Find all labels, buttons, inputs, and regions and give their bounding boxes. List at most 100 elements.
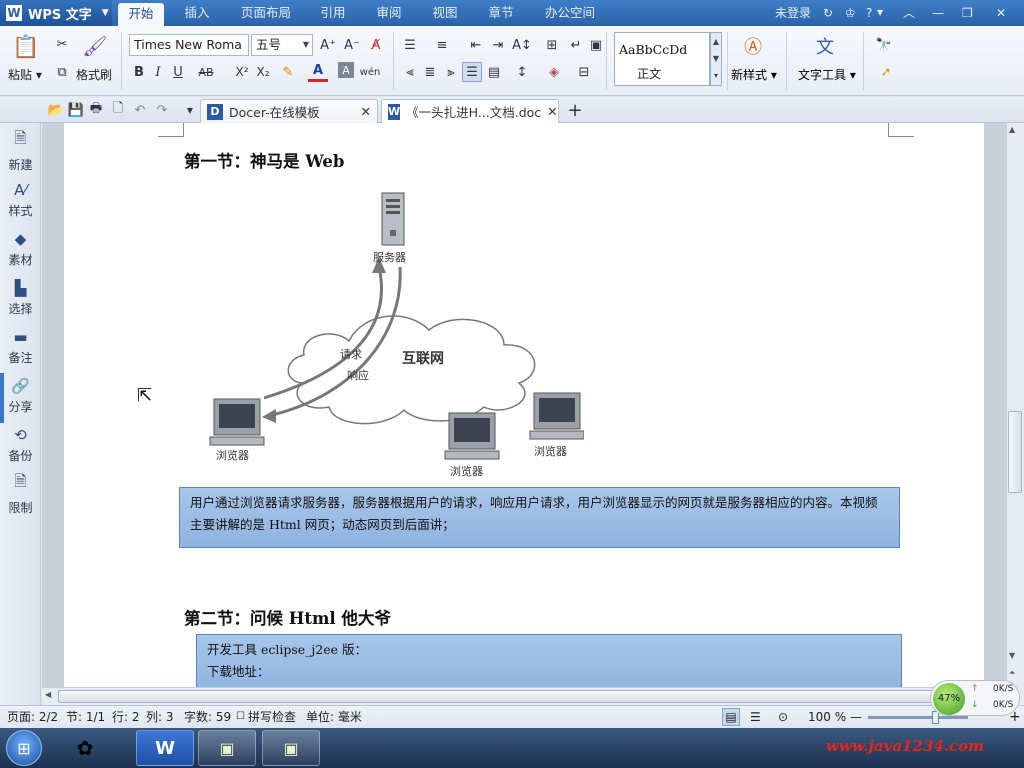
underline-icon[interactable]: U: [168, 62, 188, 82]
align-right-icon[interactable]: ⫸: [441, 62, 461, 82]
quick-access-dropdown-icon[interactable]: ▼: [180, 100, 200, 120]
h-scroll-thumb[interactable]: [58, 690, 988, 703]
tab-current-document[interactable]: W 《一头扎进H...文档.doc ✕: [381, 99, 559, 123]
taskbar-recorder-icon[interactable]: ▣: [262, 730, 320, 766]
style-gallery-scroll[interactable]: ▲ ▼ ▾: [710, 32, 722, 86]
close-tab-icon[interactable]: ✕: [547, 104, 557, 119]
collapse-ribbon-icon[interactable]: ︿: [903, 0, 915, 26]
scroll-thumb[interactable]: [1008, 411, 1022, 493]
text-tools-button[interactable]: 文字工具 ▾: [798, 66, 856, 83]
taskbar-terminal-icon[interactable]: ▣: [198, 730, 256, 766]
web-view-icon[interactable]: ⊙: [778, 706, 788, 728]
border-grid-icon[interactable]: ⊟: [574, 62, 594, 82]
table-icon[interactable]: ⊞: [542, 35, 562, 55]
new-tab-icon[interactable]: +: [565, 100, 585, 121]
zoom-out-icon[interactable]: —: [850, 706, 862, 728]
shading-icon[interactable]: ◈: [544, 62, 564, 82]
format-painter-icon[interactable]: 🖌: [78, 32, 112, 60]
align-left-icon[interactable]: ⫷: [400, 62, 420, 82]
grow-font-icon[interactable]: A⁺: [318, 35, 338, 55]
find-icon[interactable]: 🔭: [874, 35, 894, 55]
login-status[interactable]: 未登录: [775, 0, 811, 26]
italic-icon[interactable]: I: [148, 62, 168, 82]
minimize-icon[interactable]: —: [932, 0, 944, 26]
close-tab-icon[interactable]: ✕: [361, 104, 371, 119]
app-menu-button[interactable]: W WPS 文字 ▼: [0, 0, 112, 26]
font-color-icon[interactable]: A: [308, 62, 328, 82]
tab-insert[interactable]: 插入: [174, 0, 220, 26]
text-direction-icon[interactable]: A↕: [512, 35, 532, 55]
show-marks-icon[interactable]: ↵: [566, 35, 586, 55]
shrink-font-icon[interactable]: A⁻: [342, 35, 362, 55]
page-view-icon[interactable]: ▤: [722, 708, 740, 726]
print-preview-icon[interactable]: 🗋: [108, 100, 128, 120]
sidebar-item-material[interactable]: ◆ 素材: [0, 224, 41, 273]
line-spacing-icon[interactable]: ↕: [512, 62, 532, 82]
taskbar-wps-icon[interactable]: W: [136, 730, 194, 766]
tab-docer-templates[interactable]: D Docer-在线模板 ✕: [200, 99, 378, 123]
status-word-count[interactable]: 字数: 59: [184, 706, 231, 728]
justify-icon[interactable]: ☰: [462, 62, 482, 82]
clear-format-icon[interactable]: A̸: [366, 35, 386, 55]
align-center-icon[interactable]: ≣: [420, 62, 440, 82]
text-tools-icon[interactable]: 文: [810, 32, 840, 60]
copy-icon[interactable]: ⧉: [52, 62, 72, 82]
status-page[interactable]: 页面: 2/2: [7, 706, 58, 728]
cut-icon[interactable]: ✂: [52, 34, 72, 54]
document-page[interactable]: 第一节：神马是 Web 服务器 互联网 请求 响应 浏览器 浏览器 浏览器 用户…: [64, 123, 984, 687]
tab-chapter[interactable]: 章节: [478, 0, 524, 26]
zoom-slider[interactable]: [868, 716, 968, 719]
zoom-level[interactable]: 100 %: [808, 706, 846, 728]
numbered-list-icon[interactable]: ≡: [432, 35, 452, 55]
sidebar-item-share[interactable]: 🔗 分享: [0, 371, 41, 420]
subscript-icon[interactable]: X₂: [253, 62, 273, 82]
tab-references[interactable]: 引用: [310, 0, 356, 26]
sidebar-item-select[interactable]: ▙ 选择: [0, 273, 41, 322]
status-spellcheck[interactable]: 拼写检查: [248, 706, 296, 728]
borders-icon[interactable]: ▣: [586, 35, 606, 55]
redo-icon[interactable]: ↷: [152, 100, 172, 120]
font-size-select[interactable]: 五号 ▼: [251, 34, 313, 56]
bullet-list-icon[interactable]: ☰: [400, 35, 420, 55]
decrease-indent-icon[interactable]: ⇤: [466, 35, 486, 55]
style-gallery[interactable]: AaBbCcDd 正文: [614, 32, 710, 86]
distributed-icon[interactable]: ▤: [484, 62, 504, 82]
print-icon[interactable]: 🖶: [86, 100, 106, 120]
taskbar-app-icon[interactable]: ✿: [62, 730, 108, 766]
new-style-button[interactable]: 新样式 ▾: [731, 66, 777, 83]
help-dropdown-icon[interactable]: ▼: [877, 0, 883, 26]
sidebar-item-backup[interactable]: ⟲ 备份: [0, 420, 41, 469]
font-name-select[interactable]: Times New Roma: [129, 34, 249, 56]
network-speed-widget[interactable]: 47% ↑ 0K/S ↓ 0K/S: [930, 680, 1020, 716]
paste-button[interactable]: 粘贴 ▾: [8, 66, 42, 83]
tab-view[interactable]: 视图: [422, 0, 468, 26]
document-canvas[interactable]: 第一节：神马是 Web 服务器 互联网 请求 响应 浏览器 浏览器 浏览器 用户…: [42, 123, 1006, 687]
tab-review[interactable]: 审阅: [366, 0, 412, 26]
tab-page-layout[interactable]: 页面布局: [234, 0, 298, 26]
pinyin-icon[interactable]: wén: [360, 62, 381, 82]
outline-view-icon[interactable]: ☰: [750, 706, 761, 728]
restore-icon[interactable]: ❐: [962, 0, 973, 26]
format-painter-button[interactable]: 格式刷: [76, 66, 112, 83]
tab-office-space[interactable]: 办公空间: [538, 0, 602, 26]
tab-home[interactable]: 开始: [118, 3, 164, 26]
close-icon[interactable]: ✕: [996, 0, 1006, 26]
spellcheck-checkbox-icon[interactable]: ☐: [236, 706, 245, 728]
start-button-icon[interactable]: ⊞: [6, 730, 42, 766]
sidebar-item-note[interactable]: ▬ 备注: [0, 322, 41, 371]
strikethrough-icon[interactable]: AB: [196, 62, 216, 82]
help-icon[interactable]: ?: [866, 0, 872, 26]
select-cursor-icon[interactable]: ➚: [876, 62, 896, 82]
sync-icon[interactable]: ↻: [823, 0, 833, 26]
increase-indent-icon[interactable]: ⇥: [488, 35, 508, 55]
sidebar-item-style[interactable]: A⁄ 样式: [0, 175, 41, 224]
scroll-down-icon[interactable]: ▼: [1009, 651, 1015, 660]
paste-icon[interactable]: 📋: [8, 32, 44, 62]
sidebar-item-new[interactable]: 🗎 新建: [0, 126, 41, 175]
new-style-icon[interactable]: Ⓐ: [738, 32, 768, 60]
skin-icon[interactable]: ♔: [845, 0, 856, 26]
superscript-icon[interactable]: X²: [232, 62, 252, 82]
highlight-icon[interactable]: ✎: [278, 62, 298, 82]
char-shading-icon[interactable]: A: [338, 62, 354, 78]
undo-icon[interactable]: ↶: [130, 100, 150, 120]
